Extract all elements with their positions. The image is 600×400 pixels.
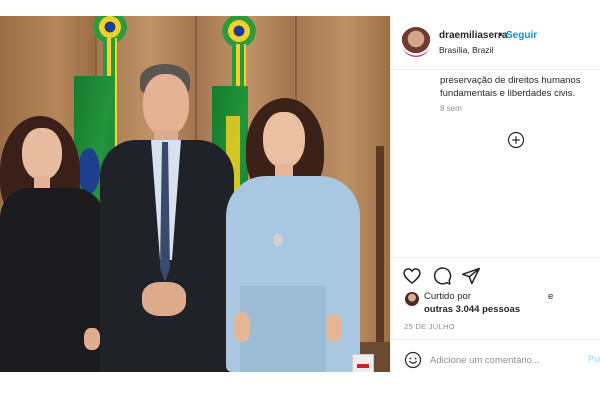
liked-by-label: Curtido por <box>424 291 471 302</box>
load-more-comments-plus-icon[interactable] <box>507 131 525 149</box>
comment-bubble-icon[interactable] <box>432 266 452 286</box>
separator-dot: • <box>499 30 503 41</box>
liked-by-conjunction: e <box>548 291 554 302</box>
heart-icon[interactable] <box>402 266 422 286</box>
actions-bar <box>391 257 600 258</box>
caption-timestamp: 8 sem <box>440 104 462 113</box>
post-caption: preservação de direitos humanos fundamen… <box>440 66 600 100</box>
location-link[interactable]: Brasília, Brazil <box>439 45 493 55</box>
post-photo[interactable] <box>0 16 390 372</box>
wall-plaque <box>352 354 374 372</box>
door-frame <box>376 146 384 366</box>
liker-avatar[interactable] <box>405 292 419 306</box>
caption-line <box>440 66 600 74</box>
smiley-icon[interactable] <box>404 351 422 369</box>
likes-count-link[interactable]: outras 3.044 pessoas <box>424 304 520 315</box>
username-link[interactable]: draemiliaserra <box>439 30 507 41</box>
flag-globe <box>78 148 100 194</box>
post-header: draemiliaserra • Seguir Brasília, Brazil <box>391 16 600 70</box>
comment-input[interactable] <box>430 350 580 370</box>
follow-button[interactable]: Seguir <box>506 30 537 41</box>
avatar[interactable] <box>401 27 431 57</box>
publish-button[interactable]: Publicar <box>588 354 600 365</box>
paper-plane-icon[interactable] <box>461 266 481 286</box>
caption-line: preservação de direitos humanos <box>440 75 581 86</box>
caption-line: fundamentais e liberdades civis. <box>440 88 576 99</box>
post-date[interactable]: 25 DE JULHO <box>404 322 455 331</box>
